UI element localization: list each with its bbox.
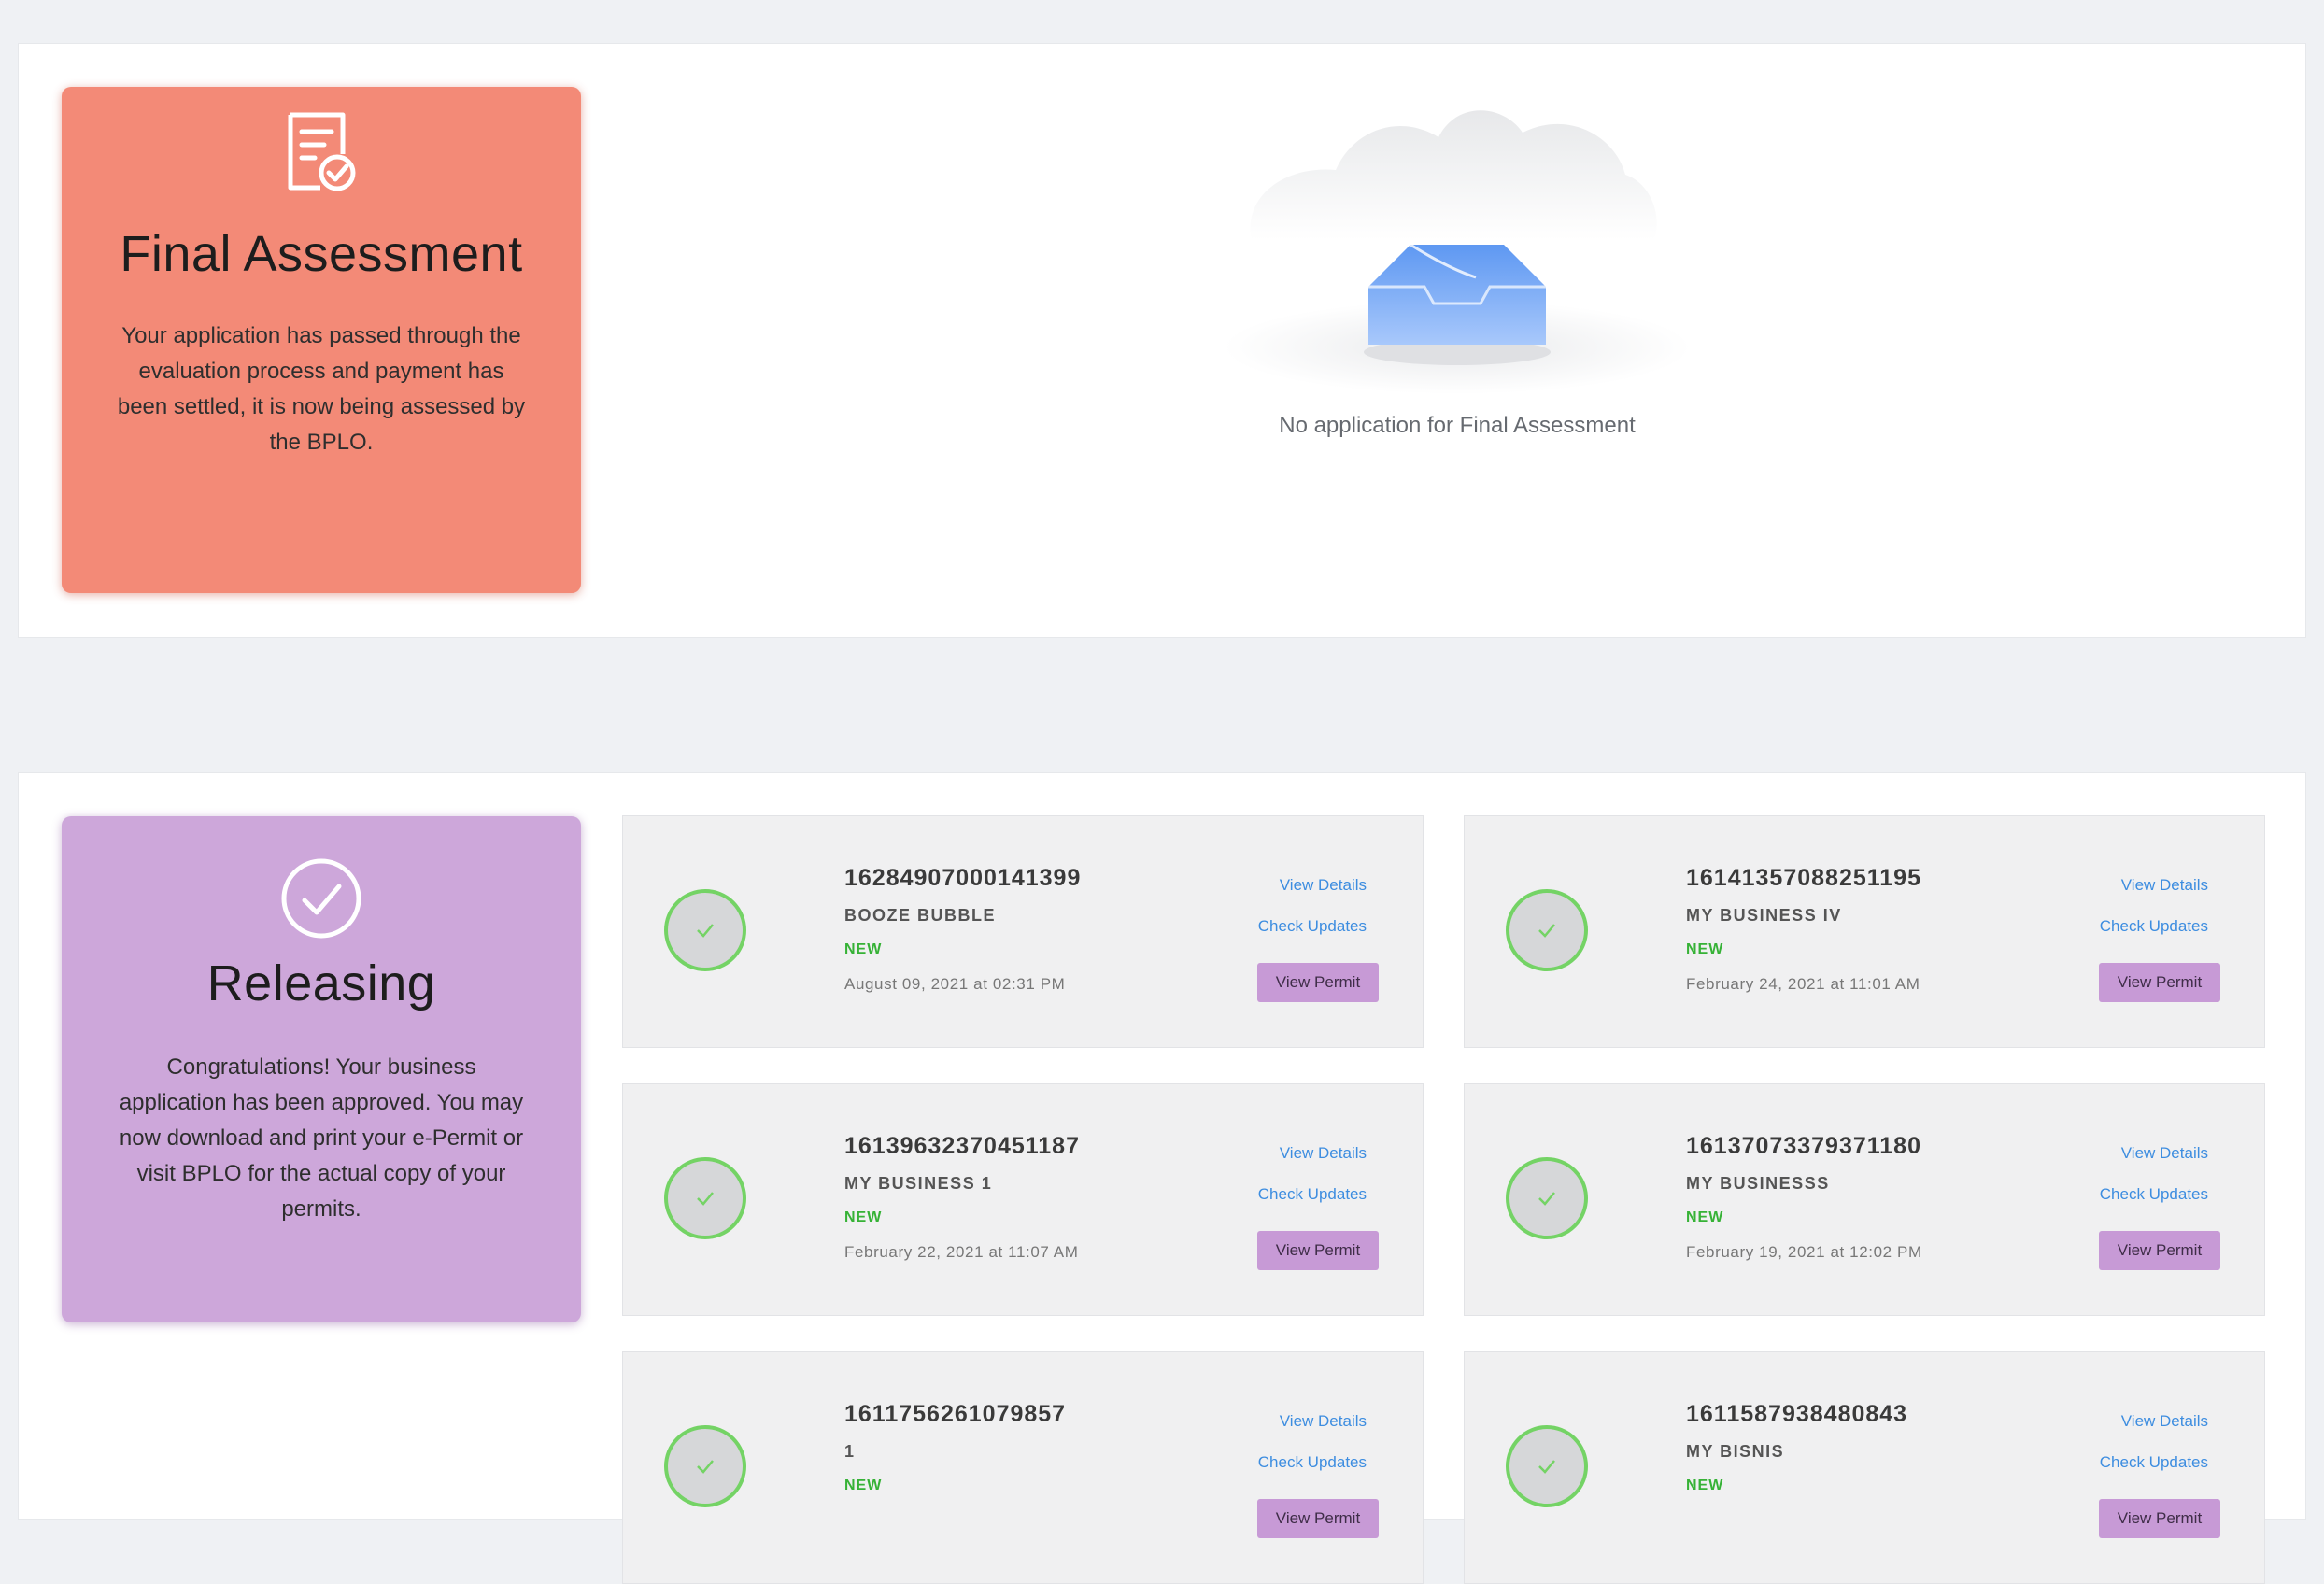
application-id: 16137073379371180 <box>1686 1133 1921 1159</box>
empty-inbox-icon <box>1224 110 1691 394</box>
check-updates-link[interactable]: Check Updates <box>1258 1453 1367 1472</box>
empty-state-message: No application for Final Assessment <box>1279 413 1636 438</box>
check-icon <box>1506 1157 1588 1239</box>
check-icon <box>664 1425 746 1507</box>
application-card: 1611756261079857 1 NEW View Details Chec… <box>622 1351 1424 1584</box>
view-permit-button[interactable]: View Permit <box>2099 963 2220 1002</box>
status-badge: NEW <box>1686 1209 1724 1225</box>
circle-check-icon <box>280 857 362 944</box>
status-badge: NEW <box>844 1478 883 1493</box>
releasing-panel: Releasing Congratulations! Your business… <box>18 772 2306 1584</box>
application-date: February 19, 2021 at 12:02 PM <box>1686 1243 1922 1261</box>
application-card: 16139632370451187 MY BUSINESS 1 NEW Febr… <box>622 1083 1424 1316</box>
application-card: 16284907000141399 BOOZE BUBBLE NEW Augus… <box>622 815 1424 1048</box>
view-details-link[interactable]: View Details <box>2121 1412 2208 1431</box>
status-badge: NEW <box>844 941 883 957</box>
status-badge: NEW <box>844 1209 883 1225</box>
check-updates-link[interactable]: Check Updates <box>2100 1185 2208 1204</box>
business-name: BOOZE BUBBLE <box>844 906 996 925</box>
check-icon <box>1506 889 1588 971</box>
application-id: 1611587938480843 <box>1686 1401 1908 1427</box>
status-badge: NEW <box>1686 1478 1724 1493</box>
releasing-description: Congratulations! Your business applicati… <box>119 1054 524 1222</box>
check-updates-link[interactable]: Check Updates <box>1258 917 1367 936</box>
view-details-link[interactable]: View Details <box>1280 876 1367 895</box>
releasing-card: Releasing Congratulations! Your business… <box>62 816 581 1322</box>
view-details-link[interactable]: View Details <box>1280 1412 1367 1431</box>
final-assessment-panel: Final Assessment Your application has pa… <box>18 43 2306 638</box>
view-details-link[interactable]: View Details <box>1280 1144 1367 1163</box>
application-date: February 22, 2021 at 11:07 AM <box>844 1243 1079 1261</box>
view-permit-button[interactable]: View Permit <box>2099 1499 2220 1538</box>
business-name: MY BUSINESS 1 <box>844 1174 993 1193</box>
application-date: August 09, 2021 at 02:31 PM <box>844 975 1066 993</box>
application-card: 16141357088251195 MY BUSINESS IV NEW Feb… <box>1464 815 2265 1048</box>
check-updates-link[interactable]: Check Updates <box>1258 1185 1367 1204</box>
final-assessment-description: Your application has passed through the … <box>117 323 526 455</box>
application-card: 16137073379371180 MY BUSINESSS NEW Febru… <box>1464 1083 2265 1316</box>
application-id: 1611756261079857 <box>844 1401 1067 1427</box>
view-permit-button[interactable]: View Permit <box>1257 1231 1379 1270</box>
view-details-link[interactable]: View Details <box>2121 876 2208 895</box>
view-permit-button[interactable]: View Permit <box>1257 963 1379 1002</box>
final-assessment-card: Final Assessment Your application has pa… <box>62 87 581 593</box>
status-badge: NEW <box>1686 941 1724 957</box>
application-id: 16141357088251195 <box>1686 865 1921 891</box>
business-name: MY BISNIS <box>1686 1442 1785 1461</box>
application-id: 16139632370451187 <box>844 1133 1080 1159</box>
document-check-icon <box>285 111 358 198</box>
application-card: 1611587938480843 MY BISNIS NEW View Deta… <box>1464 1351 2265 1584</box>
application-date: February 24, 2021 at 11:01 AM <box>1686 975 1920 993</box>
view-permit-button[interactable]: View Permit <box>1257 1499 1379 1538</box>
releasing-title: Releasing <box>206 955 436 1011</box>
check-updates-link[interactable]: Check Updates <box>2100 917 2208 936</box>
view-permit-button[interactable]: View Permit <box>2099 1231 2220 1270</box>
business-name: 1 <box>844 1442 856 1461</box>
empty-state: No application for Final Assessment <box>1214 81 1700 438</box>
application-id: 16284907000141399 <box>844 865 1082 891</box>
check-updates-link[interactable]: Check Updates <box>2100 1453 2208 1472</box>
view-details-link[interactable]: View Details <box>2121 1144 2208 1163</box>
business-name: MY BUSINESS IV <box>1686 906 1842 925</box>
check-icon <box>1506 1425 1588 1507</box>
check-icon <box>664 889 746 971</box>
check-icon <box>664 1157 746 1239</box>
business-name: MY BUSINESSS <box>1686 1174 1830 1193</box>
final-assessment-title: Final Assessment <box>120 226 523 282</box>
